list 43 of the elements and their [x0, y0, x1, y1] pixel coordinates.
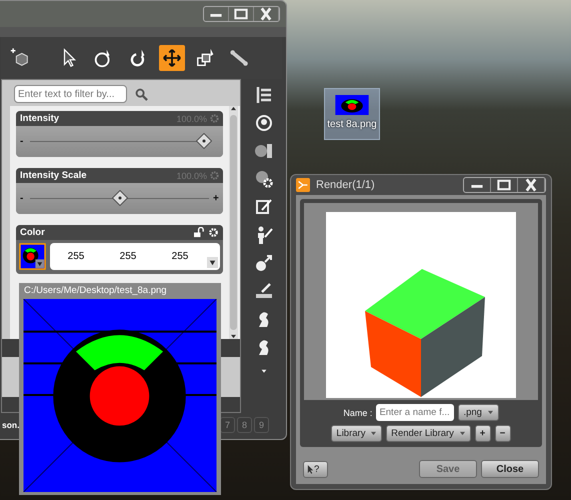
format-dropdown[interactable]: .png: [458, 404, 499, 421]
library-dropdown[interactable]: Library: [331, 425, 382, 442]
cursor-icon: [307, 464, 314, 474]
help-button[interactable]: ?: [303, 460, 328, 478]
desktop-file-icon[interactable]: test 8a.png: [324, 88, 380, 140]
slider-thumb[interactable]: [112, 190, 128, 206]
caret-down-icon: [370, 431, 378, 436]
move-tool-button[interactable]: [159, 45, 185, 71]
remove-button[interactable]: −: [494, 425, 511, 442]
scrollbar-thumb[interactable]: [230, 115, 237, 330]
name-label: Name :: [343, 408, 372, 418]
image-thumbnail-icon: [335, 95, 369, 115]
add-node-icon: [9, 47, 31, 69]
property-label: Intensity Scale: [20, 170, 88, 181]
add-button[interactable]: +: [474, 425, 491, 442]
render-library-dropdown[interactable]: Render Library: [386, 425, 471, 442]
window-title: Render(1/1): [316, 179, 376, 191]
scroll-pen-icon[interactable]: [254, 197, 274, 217]
color-value-field[interactable]: 255 255 255: [50, 243, 220, 270]
status-text: son.: [2, 420, 20, 430]
circle-icon[interactable]: [254, 113, 274, 133]
sphere-gear-icon[interactable]: [254, 169, 274, 189]
name-input[interactable]: Enter a name f...: [376, 404, 454, 421]
file-path: C:/Users/Me/Desktop/test_8a.png: [23, 284, 168, 298]
unlock-icon[interactable]: [194, 227, 205, 238]
property-label: Intensity: [20, 113, 60, 124]
filter-input[interactable]: Enter text to filter by...: [14, 85, 127, 103]
slider-thumb[interactable]: [196, 133, 212, 149]
scroll-up-icon[interactable]: [230, 106, 237, 111]
minimum-sign: -: [20, 193, 24, 204]
maximum-sign: +: [213, 193, 219, 204]
caret-down-icon: [486, 410, 494, 415]
minimum-sign: -: [20, 136, 24, 147]
close-button[interactable]: Close: [481, 460, 539, 478]
app-icon: [296, 178, 310, 192]
pencil-ruler-icon[interactable]: [254, 281, 274, 301]
property-label: Color: [20, 227, 46, 238]
file-name: test 8a.png: [327, 119, 377, 130]
caret-down-icon: [458, 431, 466, 436]
image-swatch[interactable]: [19, 243, 46, 270]
search-icon[interactable]: [135, 88, 148, 100]
move-icon: [161, 47, 183, 69]
sphere-arrow-icon[interactable]: [254, 253, 274, 273]
